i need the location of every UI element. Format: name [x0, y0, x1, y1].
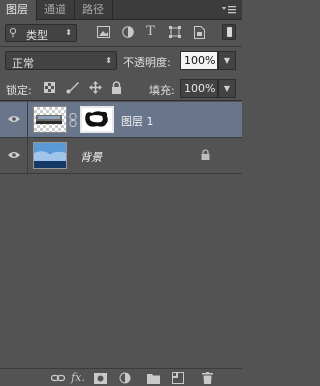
mask-shape — [85, 111, 108, 127]
lock-label: 锁定: — [6, 84, 32, 97]
toggle-switch-icon — [227, 27, 232, 37]
add-mask-icon[interactable] — [93, 371, 107, 385]
layer-thumbnail[interactable] — [33, 106, 67, 133]
visibility-toggle[interactable] — [0, 102, 28, 138]
chain-link-icon[interactable] — [69, 113, 77, 127]
chevron-updown-icon: ⬍ — [65, 28, 72, 37]
delete-layer-icon[interactable] — [200, 371, 214, 385]
new-group-icon[interactable] — [146, 371, 160, 385]
lock-image-pixels-icon[interactable] — [66, 81, 80, 94]
fx-icon[interactable]: fx. — [71, 371, 85, 385]
tab-layers[interactable]: 图层 — [0, 0, 37, 21]
opacity-label: 不透明度: — [123, 56, 171, 69]
divider — [0, 46, 242, 47]
tab-channels[interactable]: 通道 — [38, 0, 75, 20]
adjustment-filter-icon[interactable] — [121, 26, 134, 39]
background-thumbnail-image — [34, 143, 66, 168]
blend-mode-select[interactable]: 正常 ⬍ — [5, 51, 117, 70]
search-icon: ⚲ — [9, 26, 18, 39]
image-filter-icon[interactable] — [96, 26, 110, 39]
lock-transparent-pixels-icon[interactable] — [44, 82, 55, 93]
layer-name[interactable]: 背景 — [80, 149, 102, 165]
adjustment-layer-icon[interactable] — [119, 371, 133, 385]
tab-paths[interactable]: 路径 — [76, 0, 113, 20]
smart-object-filter-icon[interactable] — [193, 26, 205, 39]
opacity-dropdown-button[interactable]: ▼ — [218, 51, 236, 70]
eye-icon — [8, 152, 20, 158]
link-layers-icon[interactable] — [50, 371, 66, 385]
fill-dropdown-button[interactable]: ▼ — [218, 79, 236, 98]
layers-bottom-toolbar: fx. — [0, 368, 242, 386]
filter-kind-label: 类型 — [26, 29, 48, 42]
opacity-input[interactable]: 100% — [180, 51, 218, 70]
layer-row-layer1[interactable]: 图层 1 — [0, 102, 242, 138]
fill-label: 填充: — [149, 84, 175, 97]
chevron-down-icon: ▼ — [223, 56, 231, 65]
layers-list: 图层 1 背景 — [0, 100, 242, 368]
panel-menu-icon[interactable] — [222, 5, 236, 18]
lock-icon — [200, 149, 210, 161]
layer-name[interactable]: 图层 1 — [121, 113, 154, 129]
layer-thumbnail-image — [36, 115, 62, 124]
layer-thumbnail[interactable] — [33, 142, 67, 169]
filter-kind-select[interactable]: ⚲ 类型 ⬍ — [5, 24, 77, 42]
new-layer-icon[interactable] — [171, 371, 185, 385]
chevron-updown-icon: ⬍ — [105, 56, 112, 65]
filter-toggle[interactable] — [222, 24, 236, 40]
layer-mask-thumbnail[interactable] — [80, 106, 114, 133]
visibility-toggle[interactable] — [0, 138, 28, 174]
chevron-down-icon: ▼ — [223, 84, 231, 93]
panel-tab-bar: 图层 通道 路径 — [0, 0, 242, 21]
eye-icon — [8, 116, 20, 122]
blend-mode-value: 正常 — [12, 57, 34, 70]
shape-filter-icon[interactable] — [168, 26, 181, 39]
lock-all-icon[interactable] — [111, 81, 122, 94]
type-filter-icon[interactable]: T — [144, 24, 157, 40]
layer-row-background[interactable]: 背景 — [0, 138, 242, 174]
fill-input[interactable]: 100% — [180, 79, 218, 98]
lock-position-icon[interactable] — [89, 81, 102, 94]
